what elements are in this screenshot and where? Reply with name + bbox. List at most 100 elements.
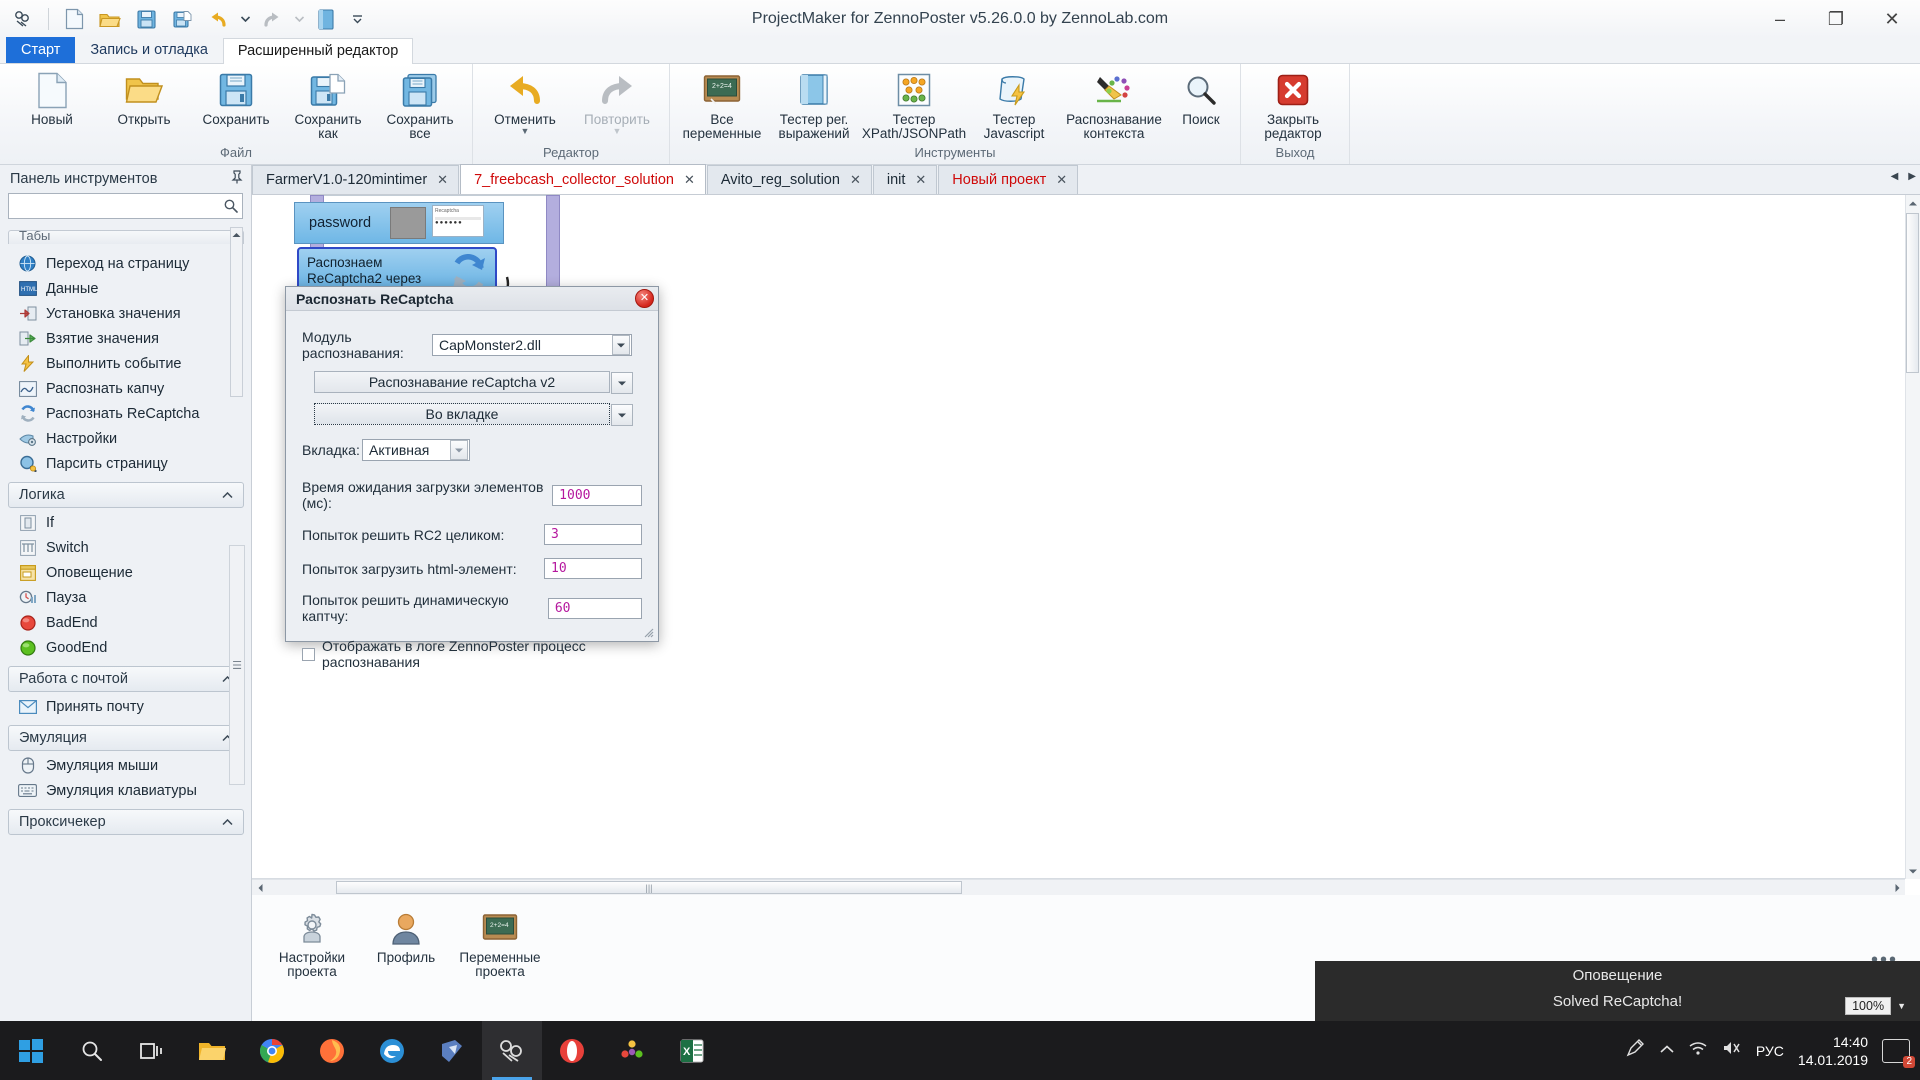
pen-tablet-icon[interactable] [1626,1039,1646,1062]
doc-tab-freebcash[interactable]: 7_freebcash_collector_solution ✕ [460,164,706,194]
sidebar-item-data[interactable]: HTML Данные [0,276,252,301]
ribbon-save-all-button[interactable]: Сохранить все [374,68,466,141]
save-icon[interactable] [129,3,163,35]
wifi-icon[interactable] [1688,1040,1708,1061]
sidebar-item-switch[interactable]: Switch [0,535,252,560]
undo-dropdown-icon[interactable] [237,3,253,35]
save-as-icon[interactable] [165,3,199,35]
taskbar-blue-app-icon[interactable] [422,1021,482,1080]
taskbar-edge-icon[interactable] [362,1021,422,1080]
close-icon[interactable]: ✕ [850,172,861,188]
sidebar-item-goodend[interactable]: GoodEnd [0,635,252,660]
scroll-up-arrow-icon[interactable] [1906,195,1920,211]
close-icon[interactable]: ✕ [437,172,448,188]
ribbon-save-as-button[interactable]: Сохранить как [282,68,374,141]
open-folder-icon[interactable] [93,3,127,35]
sidebar-item-get-value[interactable]: Взятие значения [0,326,252,351]
minimize-button[interactable]: – [1752,0,1808,38]
language-indicator[interactable]: РУС [1756,1043,1784,1059]
zoom-control[interactable]: 100% ▼ [1845,997,1906,1015]
notification-toast[interactable]: Оповещение Solved ReCaptcha! 100% ▼ [1315,961,1920,1021]
toolbox-group-mail[interactable]: Работа с почтой [8,666,244,692]
taskbar-firefox-icon[interactable] [302,1021,362,1080]
ribbon-search-button[interactable]: Поиск [1168,68,1234,127]
canvas-vscroll-thumb[interactable] [1906,213,1919,373]
recognition-mode-button[interactable]: Распознавание reCaptcha v2 [314,371,633,394]
doc-tab-init[interactable]: init ✕ [872,165,938,194]
ribbon-all-variables-button[interactable]: 2+2=4 Все переменные [676,68,768,141]
undo-icon[interactable] [201,3,235,35]
sidebar-item-goto-page[interactable]: Переход на страницу [0,251,252,276]
maximize-button[interactable]: ❐ [1808,0,1864,38]
sidebar-item-settings[interactable]: Настройки [0,426,252,451]
sidebar-item-keyboard-emulation[interactable]: Эмуляция клавиатуры [0,778,252,803]
ribbon-tab-record-debug[interactable]: Запись и отладка [75,37,223,63]
dynamic-captcha-input[interactable]: 60 [547,597,642,619]
sidebar-item-execute-event[interactable]: Выполнить событие [0,351,252,376]
toolbox-group-proxychecker[interactable]: Проксичекер [8,809,244,835]
chevron-down-icon[interactable] [612,335,630,355]
sidebar-item-badend[interactable]: BadEnd [0,610,252,635]
taskbar-file-explorer-icon[interactable] [182,1021,242,1080]
show-hidden-icons-icon[interactable] [1660,1042,1674,1060]
project-settings-button[interactable]: Настройки проекта [270,909,354,979]
sidebar-item-notification[interactable]: Оповещение [0,560,252,585]
sidebar-item-receive-mail[interactable]: Принять почту [0,694,252,719]
taskbar-chrome-icon[interactable] [242,1021,302,1080]
toolbox-scroll-up[interactable] [230,227,243,397]
show-log-checkbox[interactable] [302,647,315,661]
html-attempts-input[interactable]: 10 [544,558,642,579]
toolbox-search[interactable] [8,193,243,219]
doc-tab-new-project[interactable]: Новый проект ✕ [938,165,1079,194]
sidebar-item-parse-page[interactable]: Парсить страницу [0,451,252,476]
taskbar-colorful-app-icon[interactable] [602,1021,662,1080]
sidebar-item-solve-recaptcha[interactable]: Распознать ReCaptcha [0,401,252,426]
zoom-level[interactable]: 100% [1845,997,1892,1015]
new-file-icon[interactable] [57,3,91,35]
chevron-down-icon[interactable] [611,404,633,426]
taskbar-search-icon[interactable] [62,1021,122,1080]
sidebar-item-if[interactable]: If [0,510,252,535]
wait-time-input[interactable]: 1000 [552,484,642,506]
pin-icon[interactable] [231,170,243,188]
ribbon-undo-caret-icon[interactable]: ▼ [521,127,530,136]
ribbon-regex-tester-button[interactable]: Тестер рег. выражений [768,68,860,141]
ribbon-save-button[interactable]: Сохранить [190,68,282,127]
show-log-row[interactable]: Отображать в логе ZennoPoster процесс ра… [302,638,642,670]
windows-start-icon[interactable] [0,1021,62,1080]
toolbox-group-clipped[interactable]: Табы [8,230,244,244]
volume-icon[interactable] [1722,1040,1742,1061]
resize-grip-icon[interactable] [643,627,655,639]
sidebar-item-pause[interactable]: Пауза [0,585,252,610]
ribbon-close-editor-button[interactable]: Закрыть редактор [1247,68,1339,141]
tab-select[interactable]: Активная [362,439,470,461]
chevron-down-icon[interactable] [450,440,468,460]
clock[interactable]: 14:40 14.01.2019 [1798,1033,1868,1069]
action-center-icon[interactable]: 2 [1882,1038,1915,1068]
tab-scroll-right-icon[interactable]: ▶ [1908,171,1916,182]
ribbon-tab-start[interactable]: Старт [6,37,76,63]
scroll-left-arrow-icon[interactable] [252,883,268,892]
project-variables-button[interactable]: 2+2=4 Переменные проекта [458,909,542,979]
book-icon[interactable] [309,3,343,35]
customize-qat-icon[interactable] [345,3,369,35]
recaptcha-dialog[interactable]: Распознать ReCaptcha ✕ Модуль распознава… [285,286,659,670]
tab-scroll-left-icon[interactable]: ◀ [1891,171,1899,182]
close-icon[interactable]: ✕ [684,172,695,188]
search-icon[interactable] [220,199,242,213]
sidebar-item-solve-captcha[interactable]: Распознать капчу [0,376,252,401]
ribbon-xpath-tester-button[interactable]: Тестер XPath/JSONPath [860,68,968,141]
doc-tab-avito[interactable]: Avito_reg_solution ✕ [706,165,872,194]
rc2-attempts-input[interactable]: 3 [544,524,642,545]
close-icon[interactable]: ✕ [635,289,654,308]
ribbon-open-button[interactable]: Открыть [98,68,190,127]
taskbar-zennoposter-icon[interactable] [482,1021,542,1080]
chevron-up-icon[interactable] [222,814,233,830]
close-icon[interactable]: ✕ [1056,172,1067,188]
chevron-up-icon[interactable] [222,487,233,503]
ribbon-context-recognition-button[interactable]: Распознавание контекста [1060,68,1168,141]
zenno-logo-icon[interactable] [6,3,40,35]
canvas-hscroll-thumb[interactable]: ||| [336,881,962,894]
toolbox-list[interactable]: Табы Переход на страницу HTML Данные Уст… [0,227,252,1021]
taskbar-excel-icon[interactable]: X [662,1021,722,1080]
